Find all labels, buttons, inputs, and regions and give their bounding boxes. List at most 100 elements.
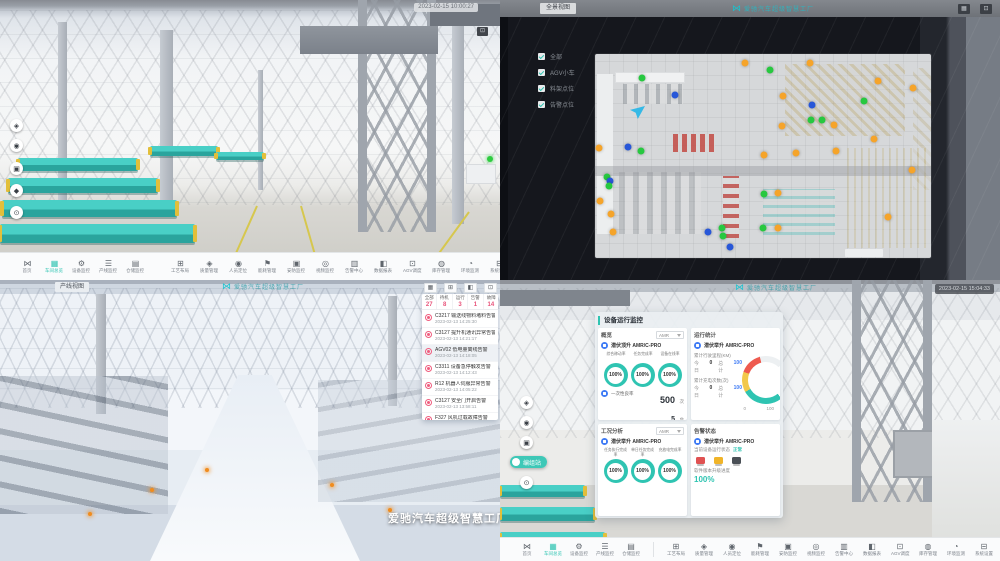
map-device-dot[interactable] (861, 98, 868, 105)
alarm-list-item[interactable]: C3217 输送线物料堵料告警 2023-02-13 14:25:30 (422, 311, 498, 328)
alarm-stat-cell[interactable]: 全部 27 (422, 294, 437, 309)
map-device-dot[interactable] (597, 198, 604, 205)
toolbar-item[interactable]: ⊞ 工艺布局 (663, 542, 689, 557)
poi-marker[interactable]: ◉ (520, 416, 533, 429)
toolbar-item[interactable]: ▦ 车间总览 (540, 542, 566, 557)
map-device-dot[interactable] (610, 229, 617, 236)
map-device-dot[interactable] (705, 229, 712, 236)
map-device-dot[interactable] (809, 102, 816, 109)
map-device-dot[interactable] (742, 60, 749, 67)
poi-marker[interactable]: ⊙ (520, 476, 533, 489)
toolbar-item[interactable]: ▤ 仓储监控 (122, 259, 149, 274)
map-device-dot[interactable] (727, 244, 734, 251)
map-device-dot[interactable] (608, 211, 615, 218)
poi-marker[interactable]: ⊙ (10, 206, 23, 219)
map-device-dot[interactable] (793, 150, 800, 157)
layer-filter-row[interactable]: 全部 (538, 52, 575, 61)
toolbar-item[interactable]: ⚑ 能耗管理 (747, 542, 773, 557)
checkbox-checked-icon[interactable] (538, 101, 545, 108)
toolbar-item[interactable]: ⚙ 设备监控 (68, 259, 95, 274)
poi-marker[interactable]: ◉ (10, 139, 23, 152)
poi-marker[interactable]: ▣ (520, 436, 533, 449)
toolbar-item[interactable]: ◍ 库存管理 (428, 259, 455, 274)
panel-layout-button[interactable]: ⊞ (444, 283, 457, 293)
toolbar-item[interactable]: ⋈ 首页 (14, 259, 41, 274)
toolbar-item[interactable]: ⚑ 能耗管理 (254, 259, 281, 274)
toolbar-item[interactable]: ◉ 人员定位 (719, 542, 745, 557)
map-device-dot[interactable] (819, 117, 826, 124)
map-layers-button[interactable]: ▦ (958, 4, 970, 14)
toolbar-item[interactable]: ⊟ 系统设置 (486, 259, 500, 274)
alarm-stat-cell[interactable]: 告警 1 (468, 294, 483, 309)
map-device-dot[interactable] (767, 67, 774, 74)
toolbar-item[interactable]: ☰ 产线监控 (592, 542, 618, 557)
toolbar-item[interactable]: ⊞ 工艺布局 (167, 259, 194, 274)
layer-filter-row[interactable]: AGV小车 (538, 68, 575, 77)
toolbar-item[interactable]: ▦ 车间总览 (41, 259, 68, 274)
map-device-dot[interactable] (885, 214, 892, 221)
map-device-dot[interactable] (833, 148, 840, 155)
map-device-dot[interactable] (625, 144, 632, 151)
layer-filter-row[interactable]: 告警点位 (538, 100, 575, 109)
map-device-dot[interactable] (775, 190, 782, 197)
checkbox-checked-icon[interactable] (538, 85, 545, 92)
map-device-dot[interactable] (909, 167, 916, 174)
toolbar-item[interactable]: ◈ 质量管理 (691, 542, 717, 557)
map-device-dot[interactable] (807, 60, 814, 67)
map-device-dot[interactable] (831, 122, 838, 129)
view-mode-button[interactable]: 产线视图 (55, 282, 89, 292)
panel-map-button[interactable]: ▦ (424, 283, 437, 293)
toolbar-item[interactable]: ☰ 产线监控 (95, 259, 122, 274)
alarm-stat-cell[interactable]: 故障 14 (484, 294, 498, 309)
toolbar-item[interactable]: ◈ 质量管理 (196, 259, 223, 274)
map-device-dot[interactable] (875, 78, 882, 85)
poi-marker[interactable]: ◈ (520, 396, 533, 409)
map-device-dot[interactable] (639, 75, 646, 82)
alarm-list-item[interactable]: C3127 安全门开启告警 2023-02-13 13:58:11 (422, 396, 498, 413)
panel-fullscreen-button[interactable]: ⊡ (484, 283, 497, 293)
alarm-list-item[interactable]: AGV02 低电量离线告警 2023-02-13 14:18:05 (422, 345, 498, 362)
poi-marker[interactable]: ◈ (10, 119, 23, 132)
map-device-dot[interactable] (638, 148, 645, 155)
map-device-dot[interactable] (720, 233, 727, 240)
map-device-dot[interactable] (606, 183, 613, 190)
alarm-list-item[interactable]: C3311 设备急停触发告警 2023-02-13 14:12:43 (422, 362, 498, 379)
alarm-list-item[interactable]: F327 风机过载故障告警 2023-02-13 13:46:02 (422, 413, 498, 420)
map-device-dot[interactable] (779, 123, 786, 130)
alarm-stat-cell[interactable]: 运行 3 (453, 294, 468, 309)
device-type-dropdown[interactable]: AMR (656, 427, 684, 435)
toolbar-item[interactable]: ▤ 仓储监控 (618, 542, 644, 557)
toolbar-item[interactable]: ◎ 视频监控 (312, 259, 339, 274)
map-device-dot[interactable] (780, 93, 787, 100)
map-device-dot[interactable] (808, 117, 815, 124)
map-device-dot[interactable] (596, 145, 603, 152)
toolbar-item[interactable]: ⊟ 系统设置 (971, 542, 997, 557)
toolbar-item[interactable]: ◔ 环境监测 (943, 542, 969, 557)
view-mode-button[interactable]: 全景视图 (540, 3, 576, 14)
toolbar-item[interactable]: ◧ 数据报表 (370, 259, 397, 274)
alarm-list-item[interactable]: C3127 提升机通讯异常告警 2023-02-13 14:21:17 (422, 328, 498, 345)
map-fullscreen-button[interactable]: ⊡ (980, 4, 992, 14)
toolbar-item[interactable]: ▥ 告警中心 (341, 259, 368, 274)
layer-filter-row[interactable]: 料架点位 (538, 84, 575, 93)
map-device-dot[interactable] (760, 225, 767, 232)
checkbox-checked-icon[interactable] (538, 53, 545, 60)
map-device-dot[interactable] (871, 136, 878, 143)
toolbar-item[interactable]: ◉ 人员定位 (225, 259, 252, 274)
toolbar-item[interactable]: ◍ 库存管理 (915, 542, 941, 557)
alarm-list-item[interactable]: R12 机器人伺服异常告警 2023-02-13 14:05:22 (422, 379, 498, 396)
toolbar-item[interactable]: ▣ 安防监控 (283, 259, 310, 274)
map-device-dot[interactable] (672, 92, 679, 99)
station-tag-button[interactable]: 编组站 (510, 456, 547, 468)
map-device-dot[interactable] (761, 152, 768, 159)
map-device-dot[interactable] (910, 85, 917, 92)
fullscreen-button[interactable]: ⊡ (477, 27, 488, 36)
toolbar-item[interactable]: ⚙ 设备监控 (566, 542, 592, 557)
toolbar-item[interactable]: ◎ 视频监控 (803, 542, 829, 557)
toolbar-item[interactable]: ▥ 告警中心 (831, 542, 857, 557)
toolbar-item[interactable]: ⋈ 首页 (514, 542, 540, 557)
toolbar-item[interactable]: ◧ 数据报表 (859, 542, 885, 557)
toolbar-item[interactable]: ◔ 环境监测 (457, 259, 484, 274)
alarm-stat-cell[interactable]: 待机 8 (437, 294, 452, 309)
toolbar-item[interactable]: ⊡ AGV调度 (399, 259, 426, 274)
